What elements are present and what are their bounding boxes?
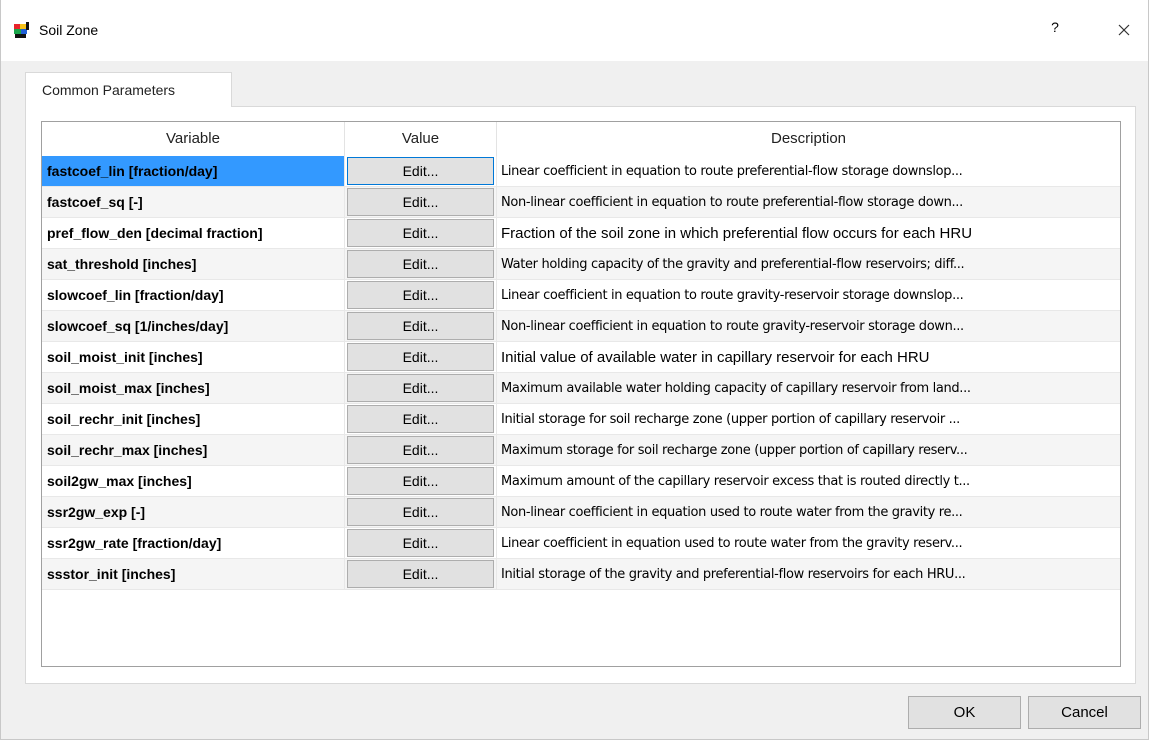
edit-button[interactable]: Edit...: [347, 281, 494, 309]
close-button[interactable]: [1112, 19, 1136, 41]
variable-cell[interactable]: slowcoef_sq [1/inches/day]: [42, 311, 345, 342]
soil-zone-app-icon: [14, 22, 29, 38]
value-cell: Edit...: [345, 404, 497, 435]
table-row[interactable]: soil_rechr_max [inches] Edit... Maximum …: [42, 435, 1120, 466]
value-cell: Edit...: [345, 218, 497, 249]
edit-button[interactable]: Edit...: [347, 560, 494, 588]
variable-cell[interactable]: soil2gw_max [inches]: [42, 466, 345, 497]
description-cell: Initial value of available water in capi…: [497, 342, 1120, 373]
ok-button[interactable]: OK: [908, 696, 1021, 729]
edit-button[interactable]: Edit...: [347, 312, 494, 340]
description-cell: Non-linear coefficient in equation used …: [497, 497, 1120, 528]
description-cell: Non-linear coefficient in equation to ro…: [497, 187, 1120, 218]
parameters-table: Variable Value Description fastcoef_lin …: [41, 121, 1121, 667]
description-cell: Linear coefficient in equation to route …: [497, 280, 1120, 311]
column-header-value[interactable]: Value: [345, 122, 497, 156]
table-row[interactable]: ssstor_init [inches] Edit... Initial sto…: [42, 559, 1120, 590]
description-cell: Maximum amount of the capillary reservoi…: [497, 466, 1120, 497]
variable-cell[interactable]: slowcoef_lin [fraction/day]: [42, 280, 345, 311]
variable-cell[interactable]: soil_rechr_max [inches]: [42, 435, 345, 466]
description-cell: Non-linear coefficient in equation to ro…: [497, 311, 1120, 342]
table-row[interactable]: fastcoef_lin [fraction/day] Edit... Line…: [42, 156, 1120, 187]
column-header-variable[interactable]: Variable: [42, 122, 345, 156]
table-row[interactable]: ssr2gw_rate [fraction/day] Edit... Linea…: [42, 528, 1120, 559]
help-button[interactable]: ?: [1045, 19, 1065, 41]
description-cell: Initial storage for soil recharge zone (…: [497, 404, 1120, 435]
table-row[interactable]: slowcoef_sq [1/inches/day] Edit... Non-l…: [42, 311, 1120, 342]
table-row[interactable]: ssr2gw_exp [-] Edit... Non-linear coeffi…: [42, 497, 1120, 528]
edit-button[interactable]: Edit...: [347, 405, 494, 433]
description-cell: Water holding capacity of the gravity an…: [497, 249, 1120, 280]
window-title: Soil Zone: [39, 22, 99, 38]
variable-cell[interactable]: sat_threshold [inches]: [42, 249, 345, 280]
edit-button[interactable]: Edit...: [347, 188, 494, 216]
variable-cell[interactable]: fastcoef_lin [fraction/day]: [42, 156, 345, 187]
table-header: Variable Value Description: [42, 122, 1120, 156]
description-cell: Linear coefficient in equation to route …: [497, 156, 1120, 187]
edit-button[interactable]: Edit...: [347, 219, 494, 247]
edit-button[interactable]: Edit...: [347, 436, 494, 464]
variable-cell[interactable]: ssr2gw_exp [-]: [42, 497, 345, 528]
value-cell: Edit...: [345, 311, 497, 342]
variable-cell[interactable]: soil_rechr_init [inches]: [42, 404, 345, 435]
value-cell: Edit...: [345, 435, 497, 466]
table-row[interactable]: soil_moist_init [inches] Edit... Initial…: [42, 342, 1120, 373]
table-row[interactable]: soil_moist_max [inches] Edit... Maximum …: [42, 373, 1120, 404]
variable-cell[interactable]: soil_moist_init [inches]: [42, 342, 345, 373]
value-cell: Edit...: [345, 466, 497, 497]
table-row[interactable]: soil2gw_max [inches] Edit... Maximum amo…: [42, 466, 1120, 497]
table-row[interactable]: fastcoef_sq [-] Edit... Non-linear coeff…: [42, 187, 1120, 218]
soil-zone-dialog: Soil Zone ? Common Parameters Variable V…: [0, 0, 1149, 740]
column-header-description[interactable]: Description: [497, 122, 1120, 156]
description-cell: Fraction of the soil zone in which prefe…: [497, 218, 1120, 249]
close-icon: [1118, 24, 1130, 36]
edit-button[interactable]: Edit...: [347, 374, 494, 402]
edit-button[interactable]: Edit...: [347, 529, 494, 557]
title-bar: Soil Zone ?: [1, 0, 1148, 61]
value-cell: Edit...: [345, 342, 497, 373]
tab-label: Common Parameters: [42, 82, 176, 98]
value-cell: Edit...: [345, 497, 497, 528]
value-cell: Edit...: [345, 280, 497, 311]
description-cell: Maximum available water holding capacity…: [497, 373, 1120, 404]
value-cell: Edit...: [345, 187, 497, 218]
variable-cell[interactable]: soil_moist_max [inches]: [42, 373, 345, 404]
table-row[interactable]: pref_flow_den [decimal fraction] Edit...…: [42, 218, 1120, 249]
tab-panel: Variable Value Description fastcoef_lin …: [25, 106, 1136, 684]
variable-cell[interactable]: ssr2gw_rate [fraction/day]: [42, 528, 345, 559]
value-cell: Edit...: [345, 249, 497, 280]
edit-button[interactable]: Edit...: [347, 498, 494, 526]
table-row[interactable]: slowcoef_lin [fraction/day] Edit... Line…: [42, 280, 1120, 311]
edit-button[interactable]: Edit...: [347, 157, 494, 185]
value-cell: Edit...: [345, 528, 497, 559]
edit-button[interactable]: Edit...: [347, 343, 494, 371]
table-row[interactable]: sat_threshold [inches] Edit... Water hol…: [42, 249, 1120, 280]
variable-cell[interactable]: ssstor_init [inches]: [42, 559, 345, 590]
tab-common-parameters[interactable]: Common Parameters: [25, 72, 232, 107]
variable-cell[interactable]: pref_flow_den [decimal fraction]: [42, 218, 345, 249]
value-cell: Edit...: [345, 156, 497, 187]
description-cell: Linear coefficient in equation used to r…: [497, 528, 1120, 559]
edit-button[interactable]: Edit...: [347, 250, 494, 278]
variable-cell[interactable]: fastcoef_sq [-]: [42, 187, 345, 218]
description-cell: Maximum storage for soil recharge zone (…: [497, 435, 1120, 466]
cancel-button[interactable]: Cancel: [1028, 696, 1141, 729]
description-cell: Initial storage of the gravity and prefe…: [497, 559, 1120, 590]
value-cell: Edit...: [345, 373, 497, 404]
value-cell: Edit...: [345, 559, 497, 590]
table-row[interactable]: soil_rechr_init [inches] Edit... Initial…: [42, 404, 1120, 435]
edit-button[interactable]: Edit...: [347, 467, 494, 495]
